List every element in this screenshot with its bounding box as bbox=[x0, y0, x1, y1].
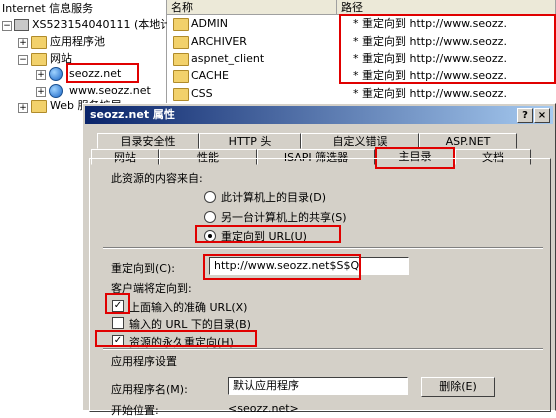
tree-app-pools[interactable]: 应用程序池 bbox=[50, 33, 105, 50]
start-point-value: <seozz.net> bbox=[228, 402, 299, 415]
tree-expand-toggle[interactable]: + bbox=[18, 38, 28, 48]
app-name-label: 应用程序名(M): bbox=[111, 383, 188, 396]
file-list[interactable]: 名称 路径 ADMIN * 重定向到 http://www.seozz. ARC… bbox=[167, 0, 556, 110]
highlight-box bbox=[195, 225, 341, 243]
folder-icon bbox=[31, 53, 47, 66]
globe-icon bbox=[49, 84, 63, 98]
delete-button[interactable]: 删除(E) bbox=[421, 377, 495, 397]
start-point-label: 开始位置: bbox=[111, 404, 159, 417]
redirect-to-label: 重定向到(C): bbox=[111, 262, 175, 275]
divider bbox=[103, 348, 543, 350]
folder-icon bbox=[31, 100, 47, 113]
tree-expand-toggle[interactable]: + bbox=[18, 103, 28, 113]
app-settings-label: 应用程序设置 bbox=[111, 355, 177, 368]
folder-icon bbox=[173, 88, 189, 101]
content-source-label: 此资源的内容来自: bbox=[111, 172, 203, 185]
dialog-titlebar[interactable]: seozz.net 属性 ? × bbox=[85, 106, 553, 124]
folder-icon bbox=[173, 53, 189, 66]
dialog-title: seozz.net 属性 bbox=[90, 108, 175, 121]
folder-icon bbox=[31, 36, 47, 49]
checkbox-below-url[interactable] bbox=[112, 317, 124, 329]
divider bbox=[103, 247, 543, 249]
help-button[interactable]: ? bbox=[517, 108, 533, 123]
tab-directory-security[interactable]: 目录安全性 bbox=[97, 133, 199, 149]
tree-root-label: Internet 信息服务 bbox=[2, 2, 94, 15]
folder-icon bbox=[173, 70, 189, 83]
radio-network-share[interactable] bbox=[204, 211, 216, 223]
tree-server[interactable]: XS523154040111 (本地计 bbox=[32, 16, 171, 33]
close-button[interactable]: × bbox=[534, 108, 550, 123]
folder-icon bbox=[173, 18, 189, 31]
tree-root[interactable]: Internet 信息服务 bbox=[2, 0, 93, 17]
highlight-box bbox=[339, 14, 556, 84]
highlight-box bbox=[95, 330, 257, 347]
tree-expand-toggle[interactable]: + bbox=[36, 87, 46, 97]
column-header-name[interactable]: 名称 bbox=[167, 0, 337, 15]
app-name-input[interactable]: 默认应用程序 bbox=[228, 377, 408, 395]
column-header-path[interactable]: 路径 bbox=[337, 0, 556, 15]
tree-collapse-toggle[interactable]: − bbox=[2, 21, 12, 31]
tab-http-headers[interactable]: HTTP 头 bbox=[199, 133, 301, 149]
properties-dialog[interactable]: seozz.net 属性 ? × 目录安全性 HTTP 头 自定义错误 ASP.… bbox=[82, 103, 556, 417]
globe-icon bbox=[49, 67, 63, 81]
highlight-box bbox=[203, 254, 361, 280]
highlight-box bbox=[105, 293, 130, 314]
server-icon bbox=[14, 19, 29, 31]
highlight-box bbox=[66, 63, 139, 83]
list-item[interactable]: CSS * 重定向到 http://www.seozz. bbox=[167, 85, 556, 102]
folder-icon bbox=[173, 36, 189, 49]
tree-collapse-toggle[interactable]: − bbox=[18, 55, 28, 65]
tree-expand-toggle[interactable]: + bbox=[36, 70, 46, 80]
radio-local-dir[interactable] bbox=[204, 191, 216, 203]
